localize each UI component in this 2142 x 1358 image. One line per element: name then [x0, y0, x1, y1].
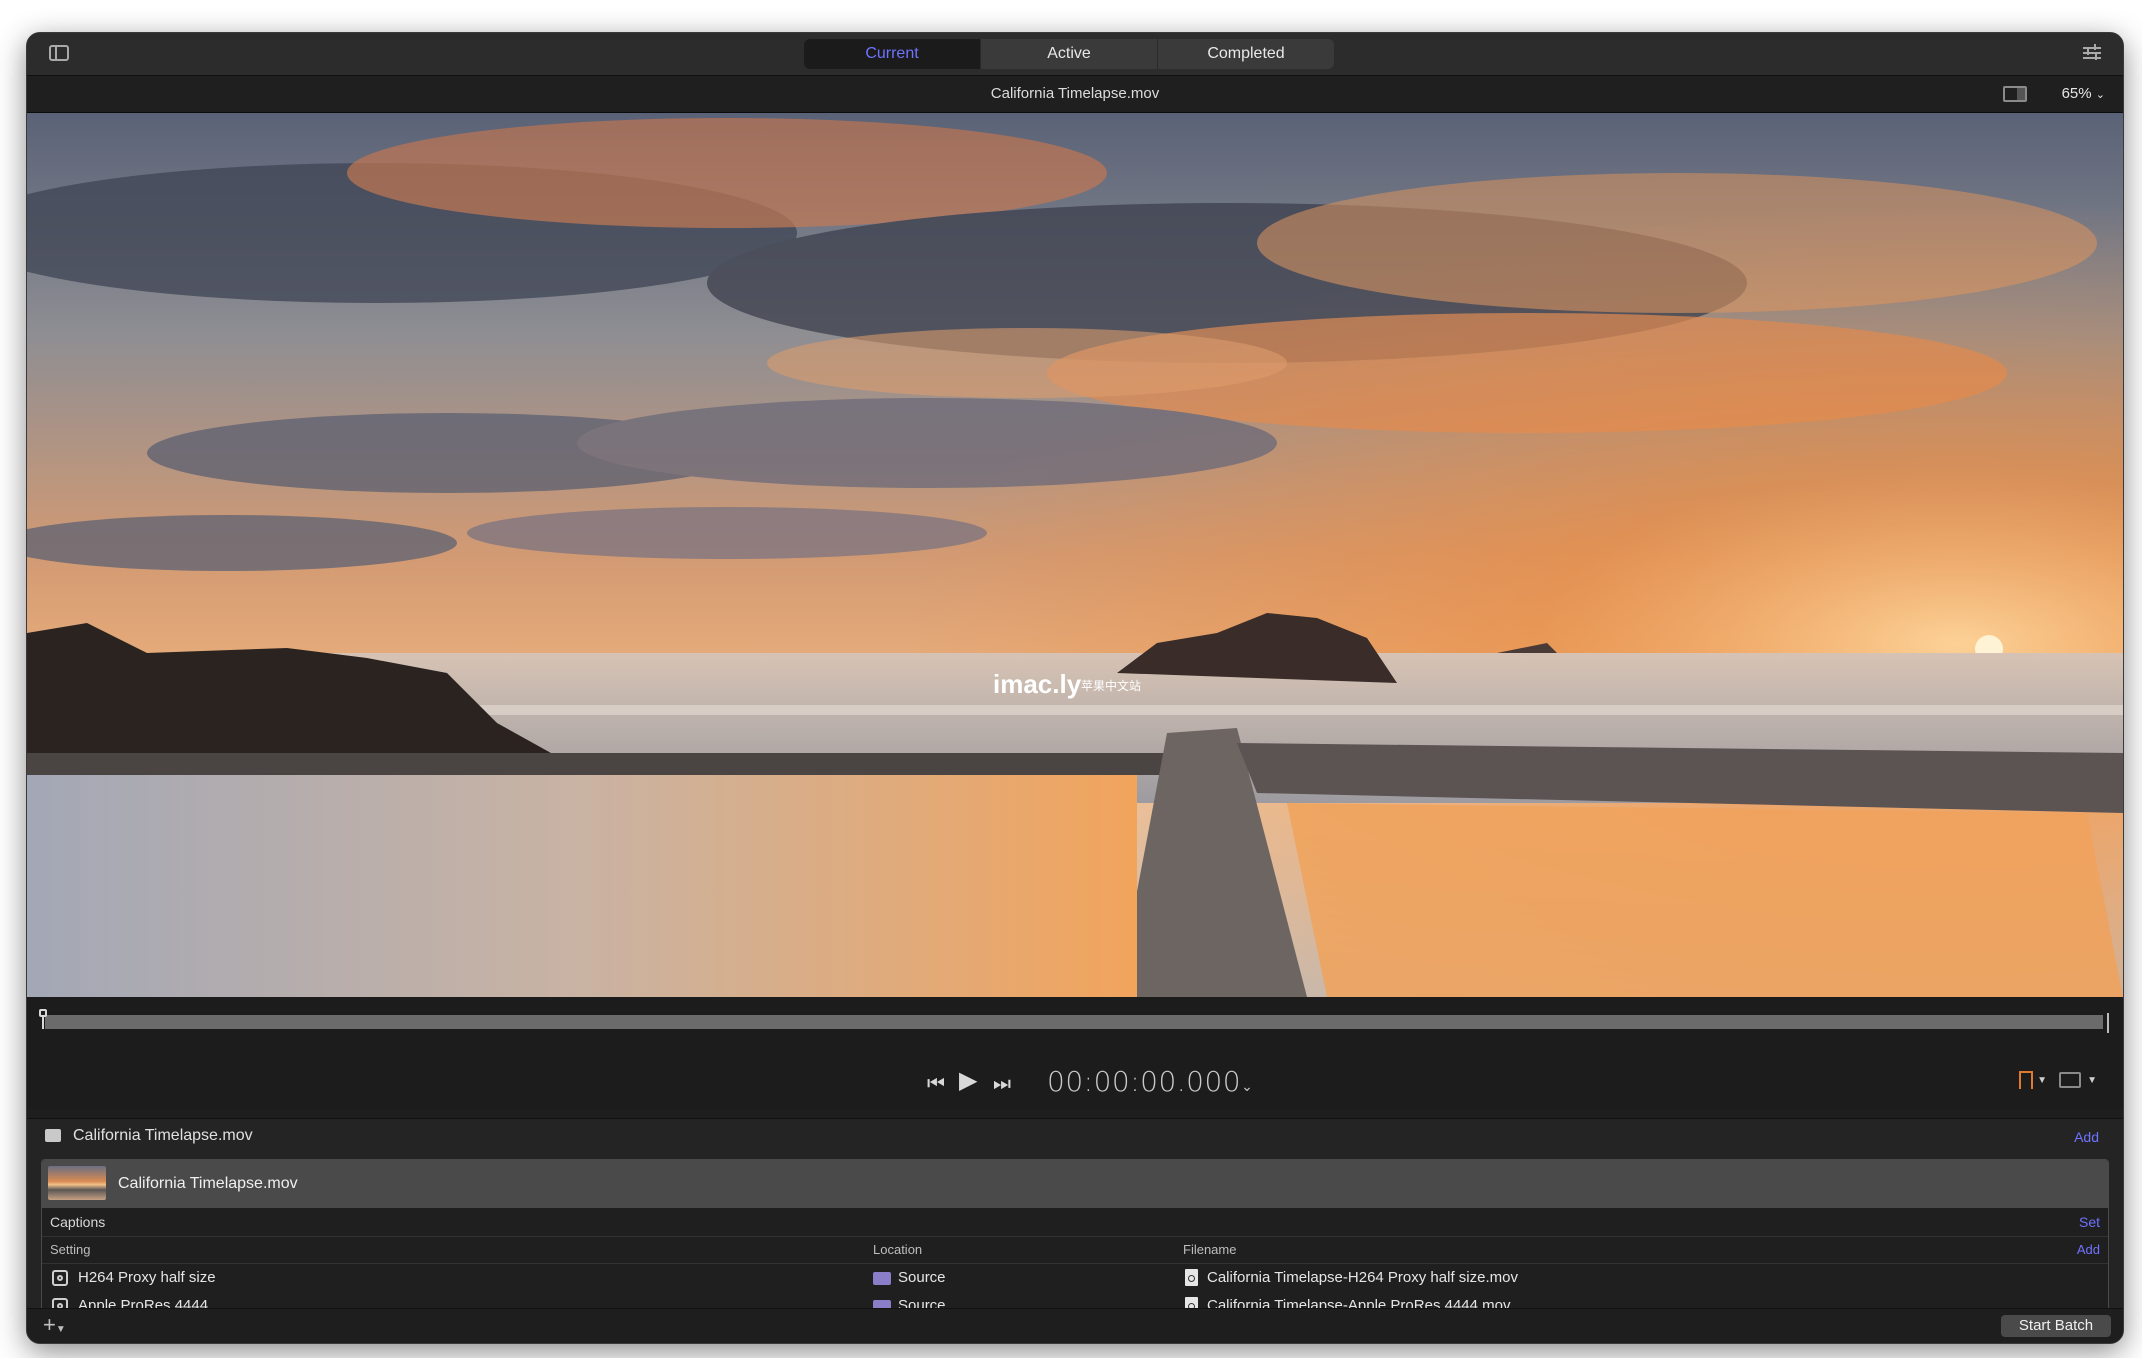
timecode-value: 00:00:00.000: [1047, 1065, 1242, 1098]
watermark-subtext: 苹果中文站: [1081, 678, 1141, 693]
tab-current[interactable]: Current: [804, 39, 981, 69]
video-viewer[interactable]: imac.ly 苹果中文站: [27, 113, 2123, 997]
start-batch-button[interactable]: Start Batch: [2001, 1315, 2111, 1337]
tab-completed[interactable]: Completed: [1158, 39, 1334, 69]
compressor-window: Current Active Completed California Time…: [26, 32, 2124, 1344]
transport-controls: ⏮ ▶ ⏭ 00:00:00.000⌄ ▼ ▼: [27, 1059, 2123, 1109]
chevron-down-icon: ⌄: [1241, 1079, 1254, 1095]
output-filename[interactable]: California Timelapse-H264 Proxy half siz…: [1207, 1264, 1518, 1292]
column-filename: Filename: [1183, 1242, 1237, 1257]
job-thumbnail: [48, 1166, 106, 1200]
chevron-down-icon[interactable]: ▼: [2037, 1075, 2047, 1086]
job-name: California Timelapse.mov: [118, 1175, 298, 1192]
watermark-text: imac.ly: [993, 669, 1082, 699]
sidebar-toggle-icon[interactable]: [49, 45, 69, 61]
viewer-header: California Timelapse.mov 65% ⌄: [27, 76, 2123, 113]
setting-icon: [52, 1270, 68, 1286]
outputs-column-header: Setting Location Filename Add: [42, 1237, 2108, 1264]
chevron-down-icon: ⌄: [2095, 89, 2105, 101]
batch-header: California Timelapse.mov Add: [27, 1119, 2123, 1153]
output-location[interactable]: Source: [898, 1264, 946, 1292]
inspector-sliders-icon[interactable]: [2083, 44, 2101, 62]
add-output-link[interactable]: Add: [2077, 1237, 2100, 1263]
column-location: Location: [873, 1242, 923, 1257]
column-setting: Setting: [50, 1242, 91, 1257]
viewer-filename: California Timelapse.mov: [990, 85, 1160, 102]
chevron-down-icon[interactable]: ▼: [2087, 1075, 2097, 1086]
output-setting: H264 Proxy half size: [78, 1269, 216, 1286]
captions-set-link[interactable]: Set: [2079, 1214, 2100, 1230]
add-menu-icon[interactable]: +▼: [43, 1313, 66, 1342]
job-header[interactable]: California Timelapse.mov: [42, 1160, 2108, 1208]
file-icon: [1185, 1269, 1198, 1286]
zoom-value: 65%: [2061, 85, 2092, 102]
timeline-scrubber[interactable]: [27, 997, 2123, 1059]
play-icon[interactable]: ▶: [959, 1069, 977, 1093]
zoom-popup[interactable]: 65% ⌄: [2062, 76, 2105, 113]
caption-display-icon[interactable]: [2059, 1072, 2081, 1088]
window-footer: +▼ Start Batch: [27, 1308, 2123, 1343]
out-point-marker[interactable]: [2107, 1013, 2109, 1033]
captions-label: Captions: [50, 1214, 106, 1230]
toolbar: Current Active Completed: [27, 33, 2123, 76]
batch-source-label: California Timelapse.mov: [73, 1127, 253, 1144]
batch-area: California Timelapse.mov Add California …: [27, 1118, 2123, 1327]
viewer-layout-icon[interactable]: [2003, 86, 2027, 102]
tab-active[interactable]: Active: [981, 39, 1158, 69]
view-segmented-control: Current Active Completed: [804, 39, 1334, 69]
job-panel[interactable]: California Timelapse.mov Captions Set Se…: [41, 1159, 2109, 1327]
timecode-display[interactable]: 00:00:00.000⌄: [1047, 1065, 1253, 1098]
batch-icon: [45, 1129, 61, 1142]
playhead-handle[interactable]: [39, 1009, 47, 1029]
previous-frame-icon[interactable]: ⏮: [927, 1073, 945, 1095]
marker-icon[interactable]: [2019, 1071, 2033, 1089]
next-frame-icon[interactable]: ⏭: [993, 1073, 1011, 1095]
scrub-track[interactable]: [45, 1015, 2103, 1029]
captions-row: Captions Set: [42, 1208, 2108, 1237]
add-job-link[interactable]: Add: [2074, 1129, 2099, 1145]
output-row[interactable]: H264 Proxy half size Source California T…: [42, 1264, 2108, 1292]
folder-icon: [873, 1272, 891, 1285]
video-frame-image: imac.ly 苹果中文站: [27, 113, 2123, 997]
